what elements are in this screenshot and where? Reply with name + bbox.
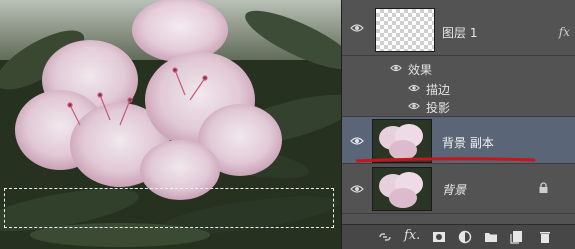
layer-name[interactable]: 图层 1 [442,24,477,41]
link-icon[interactable] [378,230,392,244]
effect-drop-shadow[interactable]: 投影 [426,99,450,116]
effect-stroke[interactable]: 描边 [426,81,450,98]
effects-eye-icon[interactable] [390,63,402,73]
layers-footer-toolbar: fx. [342,224,575,249]
layer-row-background[interactable]: 背景 [342,164,575,214]
visibility-eye-icon[interactable] [350,136,364,146]
fx-icon[interactable]: fx. [404,228,420,243]
document-canvas[interactable] [0,0,341,249]
lock-icon [539,182,548,193]
layer-name[interactable]: 背景 副本 [442,134,494,151]
layers-panel: 图层 1 fx 效果 描边 投影 背景 副本 背景 fx. [341,0,575,249]
fx-badge[interactable]: fx [559,25,570,39]
layer-row-layer1[interactable]: 图层 1 fx [342,0,575,56]
stroke-eye-icon[interactable] [408,83,420,93]
adjustment-icon[interactable] [458,230,472,244]
layer-thumbnail [375,8,435,52]
visibility-eye-icon[interactable] [350,23,364,33]
mask-icon[interactable] [432,230,446,244]
effects-list: 效果 描边 投影 [342,56,575,116]
layer-thumbnail [372,167,432,211]
layer-name[interactable]: 背景 [442,181,466,198]
folder-icon[interactable] [484,230,498,244]
new-layer-icon[interactable] [510,230,524,244]
selection-marquee [4,188,334,228]
effects-label: 效果 [408,63,433,77]
visibility-eye-icon[interactable] [350,184,364,194]
shadow-eye-icon[interactable] [408,101,420,111]
trash-icon[interactable] [538,230,552,244]
